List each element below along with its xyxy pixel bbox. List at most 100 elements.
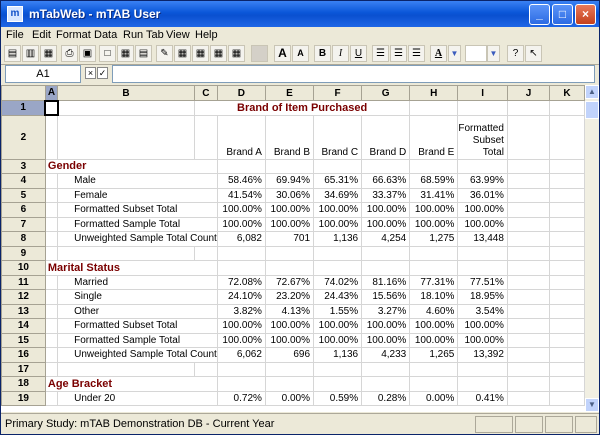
row-header[interactable]: 17	[1, 361, 46, 377]
row-header[interactable]: 16	[1, 347, 46, 363]
align-left-icon[interactable]: ☰	[372, 45, 389, 62]
table-cell[interactable]	[457, 376, 508, 392]
row-header[interactable]: 11	[1, 274, 46, 290]
table-cell[interactable]	[313, 245, 363, 261]
grid-a-icon[interactable]: ▦	[174, 45, 191, 62]
value-cell[interactable]: 18.95%	[457, 289, 508, 305]
scroll-down-icon[interactable]: ▼	[585, 398, 599, 412]
value-cell[interactable]: 100.00%	[264, 202, 315, 218]
table-cell[interactable]	[506, 361, 551, 377]
table-cell[interactable]	[549, 260, 585, 276]
table-cell[interactable]	[264, 245, 315, 261]
formula-input[interactable]	[112, 65, 595, 83]
save-icon[interactable]: ▤	[4, 45, 21, 62]
value-cell[interactable]: 100.00%	[409, 332, 459, 348]
close-button[interactable]: ×	[575, 4, 596, 25]
table-cell[interactable]	[313, 376, 363, 392]
value-cell[interactable]: 1,136	[313, 347, 363, 363]
print-icon[interactable]: ⎙	[61, 45, 78, 62]
table-cell[interactable]	[264, 376, 315, 392]
table-cell[interactable]	[44, 289, 59, 305]
column-header-h[interactable]: H	[409, 85, 459, 101]
table-cell[interactable]	[506, 173, 551, 189]
value-cell[interactable]: 72.08%	[216, 274, 266, 290]
value-cell[interactable]: 69.94%	[264, 173, 315, 189]
table-cell[interactable]	[193, 245, 218, 261]
table-cell[interactable]	[549, 114, 585, 160]
title-bar[interactable]: m mTabWeb - mTAB User _ □ ×	[1, 1, 599, 27]
context-help-icon[interactable]: ↖	[525, 45, 542, 62]
value-cell[interactable]: 4.60%	[409, 303, 459, 319]
fill-color-dropdown-icon[interactable]: ▼	[487, 45, 500, 62]
value-cell[interactable]: 24.43%	[313, 289, 363, 305]
column-header-k[interactable]: K	[549, 85, 585, 101]
value-cell[interactable]: 100.00%	[361, 318, 411, 334]
table-icon[interactable]: ▤	[135, 45, 152, 62]
fill-color-swatch[interactable]	[465, 45, 487, 62]
table-cell[interactable]	[506, 202, 551, 218]
value-cell[interactable]: 100.00%	[409, 216, 459, 232]
table-cell[interactable]	[44, 216, 59, 232]
value-cell[interactable]: 1,136	[313, 231, 363, 247]
table-cell[interactable]	[549, 202, 585, 218]
value-cell[interactable]: 77.31%	[409, 274, 459, 290]
value-cell[interactable]: 3.82%	[216, 303, 266, 319]
value-cell[interactable]: 100.00%	[216, 318, 266, 334]
value-cell[interactable]: 1.55%	[313, 303, 363, 319]
column-header-a[interactable]: A	[44, 85, 59, 101]
table-cell[interactable]	[409, 376, 459, 392]
value-cell[interactable]: 34.69%	[313, 187, 363, 203]
value-cell[interactable]: 701	[264, 231, 315, 247]
value-cell[interactable]: 100.00%	[409, 202, 459, 218]
table-cell[interactable]	[549, 216, 585, 232]
row-header[interactable]: 14	[1, 318, 46, 334]
value-cell[interactable]: 3.27%	[361, 303, 411, 319]
font-shrink-button[interactable]: A	[292, 45, 309, 62]
value-cell[interactable]: 4.13%	[264, 303, 315, 319]
value-cell[interactable]: 100.00%	[457, 318, 508, 334]
cancel-icon[interactable]: ×	[85, 67, 96, 79]
table-cell[interactable]	[506, 332, 551, 348]
spreadsheet-grid[interactable]: A B C D E F G H I J K 1 Brand of Item Pu…	[1, 85, 585, 412]
table-cell[interactable]	[313, 260, 363, 276]
cell-reference-box[interactable]: A1	[5, 65, 81, 83]
value-cell[interactable]: 100.00%	[264, 216, 315, 232]
table-cell[interactable]	[409, 158, 459, 174]
table-cell[interactable]	[361, 361, 411, 377]
scroll-thumb[interactable]	[585, 101, 599, 119]
table-cell[interactable]	[409, 245, 459, 261]
value-cell[interactable]: 100.00%	[264, 332, 315, 348]
table-cell[interactable]	[549, 361, 585, 377]
value-cell[interactable]: 100.00%	[361, 332, 411, 348]
value-cell[interactable]: 72.67%	[264, 274, 315, 290]
value-cell[interactable]: 100.00%	[313, 216, 363, 232]
row-header[interactable]: 1	[1, 100, 46, 116]
value-cell[interactable]: 4,233	[361, 347, 411, 363]
value-cell[interactable]: 31.41%	[409, 187, 459, 203]
table-cell[interactable]	[506, 158, 551, 174]
table-cell[interactable]	[549, 390, 585, 406]
table-cell[interactable]	[44, 231, 59, 247]
value-cell[interactable]: 23.20%	[264, 289, 315, 305]
grid-lines-icon[interactable]: ▦	[117, 45, 134, 62]
row-header[interactable]: 3	[1, 158, 46, 174]
table-cell[interactable]	[44, 114, 59, 160]
value-cell[interactable]: 30.06%	[264, 187, 315, 203]
value-cell[interactable]: 100.00%	[361, 216, 411, 232]
scroll-up-icon[interactable]: ▲	[585, 85, 599, 99]
table-cell[interactable]	[409, 260, 459, 276]
maximize-button[interactable]: □	[552, 4, 573, 25]
menu-file[interactable]: File	[6, 29, 24, 41]
table-cell[interactable]	[506, 289, 551, 305]
value-cell[interactable]: 100.00%	[457, 216, 508, 232]
value-cell[interactable]: 33.37%	[361, 187, 411, 203]
table-cell[interactable]	[506, 376, 551, 392]
value-cell[interactable]: 81.16%	[361, 274, 411, 290]
table-cell[interactable]	[57, 114, 195, 160]
column-header-g[interactable]: G	[361, 85, 411, 101]
value-cell[interactable]: 0.00%	[264, 390, 315, 406]
table-cell[interactable]	[549, 274, 585, 290]
table-cell[interactable]	[216, 361, 266, 377]
table-cell[interactable]	[193, 114, 218, 160]
table-cell[interactable]	[264, 361, 315, 377]
